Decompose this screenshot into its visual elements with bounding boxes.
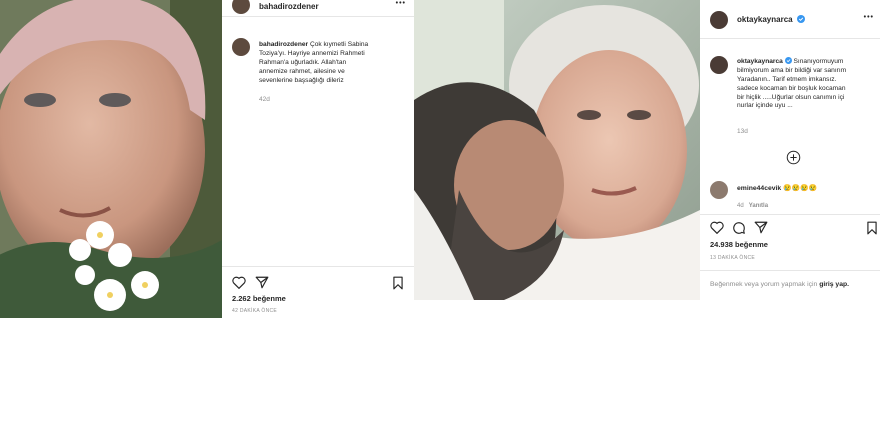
post1-caption-avatar[interactable] bbox=[232, 38, 250, 56]
post2-header-divider bbox=[700, 38, 880, 39]
post2-timestamp: 13 DAKİKA ÖNCE bbox=[710, 255, 756, 261]
post2-comment-user[interactable]: emine44cevik bbox=[737, 185, 781, 192]
post1-caption: bahadirozdener Çok kıymetli Sabina Toziy… bbox=[259, 41, 411, 85]
post1-username[interactable]: bahadirozdener bbox=[259, 2, 319, 11]
heart-icon[interactable] bbox=[232, 276, 246, 289]
post1-caption-line: Toziya'yı. Hayriye annemizi Rahmeti bbox=[259, 49, 365, 57]
post2-comment-text: 😢😢😢😢 bbox=[783, 185, 817, 192]
post2-username[interactable]: oktaykaynarca bbox=[737, 15, 793, 24]
post2-caption-line: bilmiyorum ama bir bildiği var sanırım bbox=[737, 66, 847, 74]
post1-avatar[interactable] bbox=[232, 0, 250, 14]
post1-caption-line: Çok kıymetli Sabina bbox=[309, 41, 369, 48]
post1-photo bbox=[0, 0, 222, 318]
add-circle-icon[interactable] bbox=[786, 150, 801, 165]
post2-login-prompt: Beğenmek veya yorum yapmak için giriş ya… bbox=[710, 280, 849, 289]
post2-caption: oktaykaynarca Sınanıyormuyum bilmiyorum … bbox=[737, 57, 879, 111]
post2-caption-line: bir hiçlik .....Uğurlar olsun canımın iç… bbox=[737, 93, 845, 101]
post2-caption-line: Yaradanın.. Tarif etmem imkansız. bbox=[737, 75, 837, 83]
post2-caption-avatar[interactable] bbox=[710, 56, 728, 74]
verified-icon bbox=[784, 57, 792, 64]
post1-likes[interactable]: 2.262 beğenme bbox=[232, 294, 286, 303]
post1-more-button[interactable]: ••• bbox=[396, 0, 406, 7]
post2-caption-time: 13d bbox=[737, 128, 748, 135]
post2-login-divider bbox=[700, 270, 880, 271]
post1-sidebar: bahadirozdener ••• bahadirozdener Çok kı… bbox=[222, 0, 414, 318]
heart-icon[interactable] bbox=[710, 221, 724, 234]
post2-sidebar: oktaykaynarca ••• oktaykaynarca Sınanıyo… bbox=[700, 0, 880, 300]
post1-header-divider bbox=[222, 16, 414, 17]
post1-caption-time: 42d bbox=[259, 96, 270, 103]
post2-comment: emine44cevik 😢😢😢😢 bbox=[737, 184, 817, 193]
post1-caption-line: sevenlerine başsağlığı dileriz bbox=[259, 76, 344, 84]
post1-timestamp: 42 DAKİKA ÖNCE bbox=[232, 308, 278, 314]
post1-caption-line: Rahman'a uğurladık. Allah'tan bbox=[259, 58, 347, 66]
bookmark-icon[interactable] bbox=[392, 276, 404, 290]
post2-comment-time: 4d bbox=[737, 203, 744, 209]
post1-actions-divider bbox=[222, 266, 414, 267]
post1-caption-user[interactable]: bahadirozdener bbox=[259, 41, 308, 48]
post2-comment-meta: 4d Yanıtla bbox=[737, 202, 768, 210]
post2-likes[interactable]: 24.938 beğenme bbox=[710, 240, 768, 249]
bookmark-icon[interactable] bbox=[866, 221, 878, 235]
share-icon[interactable] bbox=[255, 276, 269, 289]
post2-caption-line: nurlar içinde uyu ... bbox=[737, 102, 793, 110]
share-icon[interactable] bbox=[754, 221, 768, 234]
login-link[interactable]: giriş yap. bbox=[819, 281, 849, 288]
verified-icon bbox=[797, 15, 805, 23]
post2-photo bbox=[414, 0, 700, 300]
comment-icon[interactable] bbox=[732, 221, 746, 235]
post2-actions-divider bbox=[700, 214, 880, 215]
post2-avatar[interactable] bbox=[710, 11, 728, 29]
post2-caption-line: Sınanıyormuyum bbox=[793, 58, 844, 65]
post2-caption-user[interactable]: oktaykaynarca bbox=[737, 58, 783, 65]
post2-comment-avatar[interactable] bbox=[710, 181, 728, 199]
post2-caption-line: sadece kocaman bir boşluk kocaman bbox=[737, 84, 846, 92]
login-prompt-text: Beğenmek veya yorum yapmak için bbox=[710, 281, 818, 288]
post2-more-button[interactable]: ••• bbox=[864, 14, 874, 21]
reply-link[interactable]: Yanıtla bbox=[749, 203, 768, 209]
post1-caption-line: annemize rahmet, ailesine ve bbox=[259, 67, 345, 75]
